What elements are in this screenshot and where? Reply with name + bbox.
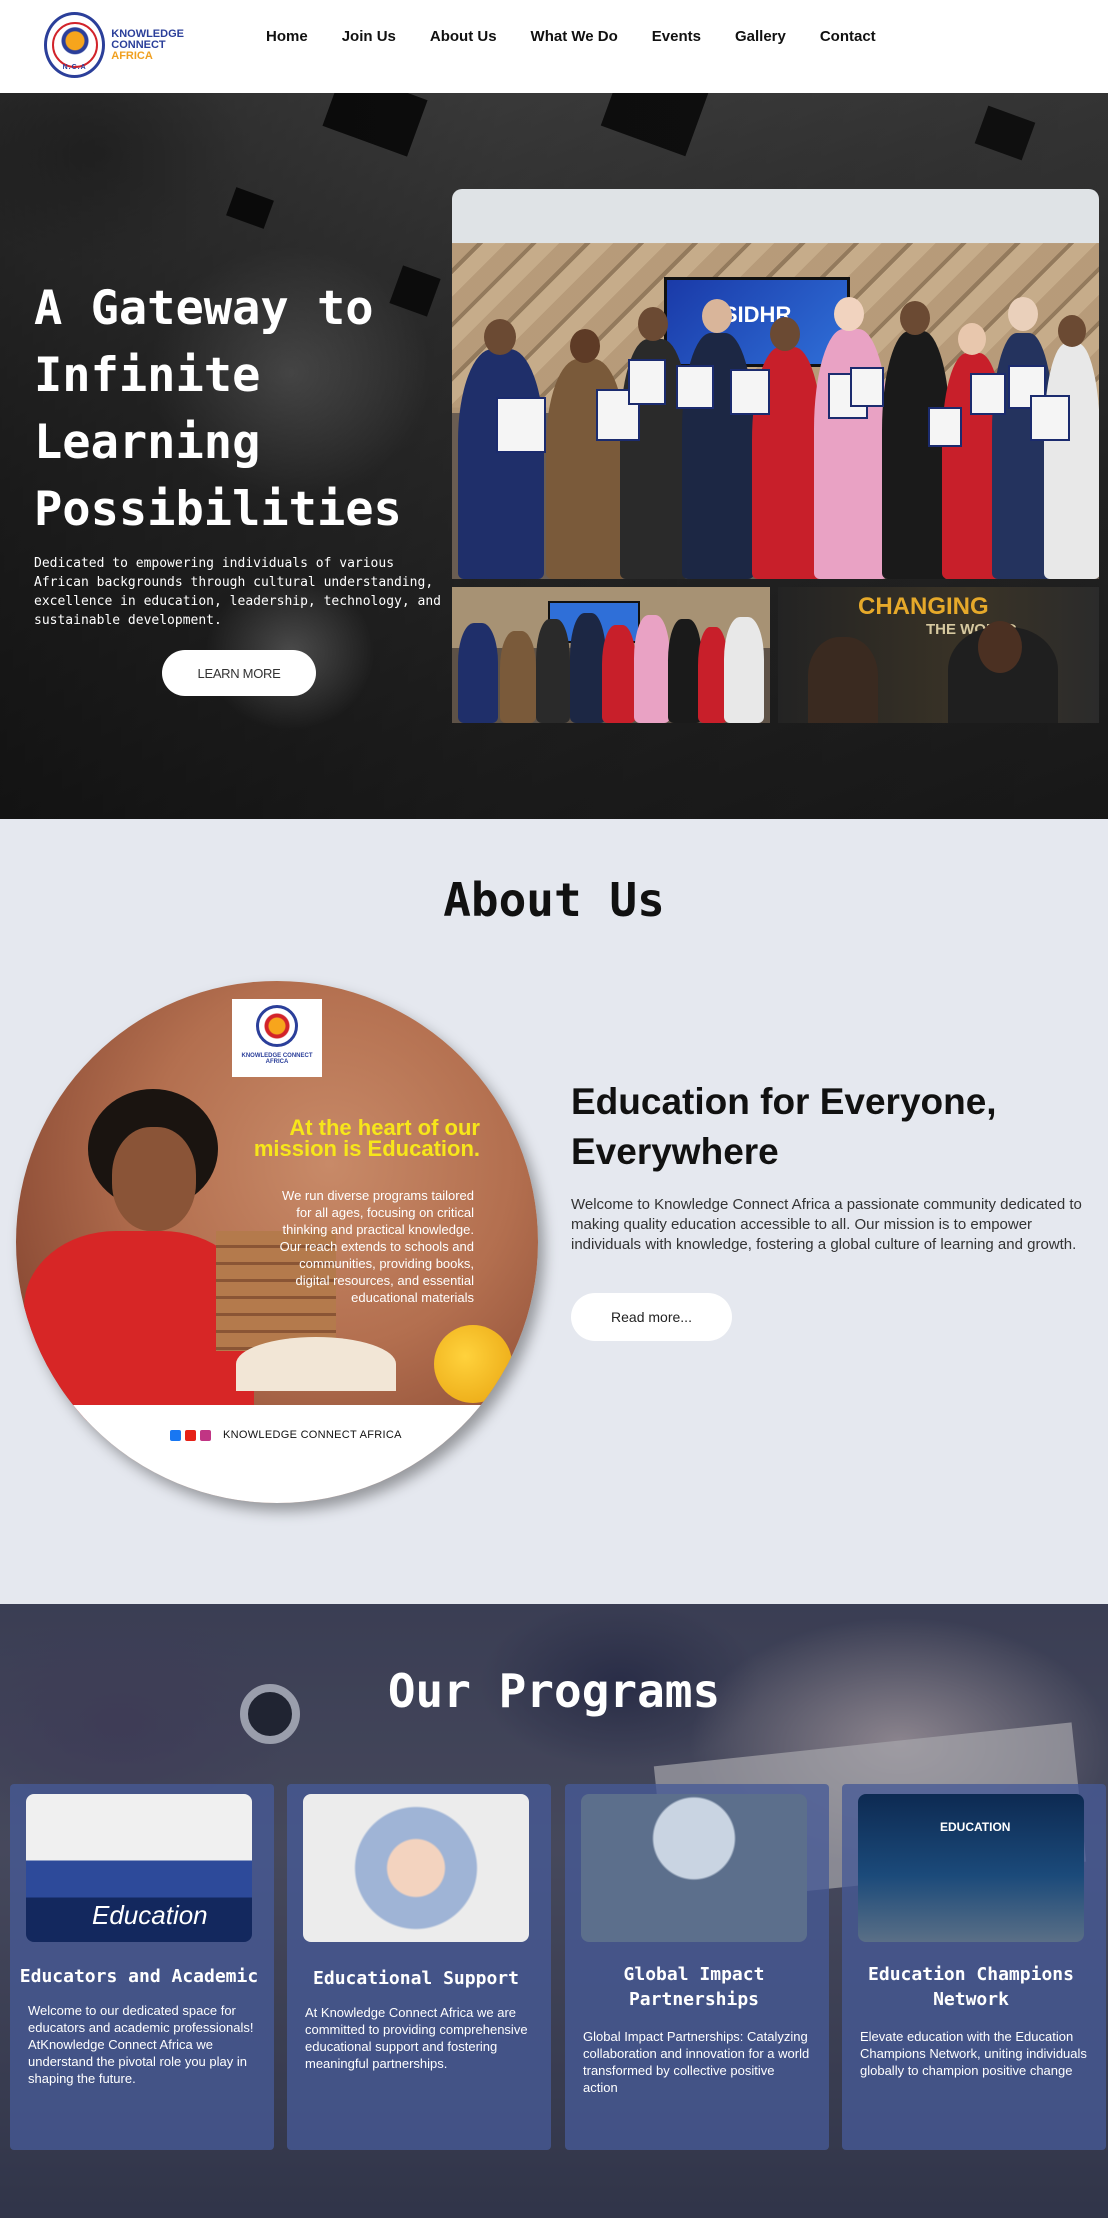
logo-line-3: AFRICA xyxy=(111,49,153,62)
certificate xyxy=(730,369,770,415)
logo-line-1: KNOWLEDGE xyxy=(111,27,184,40)
program-title: Educational Support xyxy=(313,1968,519,1989)
program-description: Elevate education with the Education Cha… xyxy=(860,2029,1087,2078)
program-image-champions: EDUCATION xyxy=(858,1794,1084,1942)
certificate xyxy=(928,407,962,447)
certificate xyxy=(970,373,1006,415)
site-logo[interactable]: N.C.A KNOWLEDGE CONNECT AFRICA xyxy=(44,10,184,80)
about-heading: Education for Everyone, Everywhere xyxy=(571,1081,997,1172)
top-navigation: N.C.A KNOWLEDGE CONNECT AFRICA Home Join… xyxy=(0,0,1108,93)
about-paragraph: Welcome to Knowledge Connect Africa a pa… xyxy=(571,1196,1082,1253)
logo-wordmark: KNOWLEDGE CONNECT AFRICA xyxy=(111,27,184,62)
program-description: At Knowledge Connect Africa we are commi… xyxy=(305,2005,528,2071)
nav-home[interactable]: Home xyxy=(266,26,308,48)
hero-photo-group xyxy=(452,587,770,723)
program-image-educators: Education xyxy=(26,1794,252,1942)
education-image-text: EDUCATION xyxy=(940,1820,1011,1834)
main-menu: Home Join Us About Us What We Do Events … xyxy=(266,26,910,48)
program-title: Education Champions Network xyxy=(868,1964,1074,2010)
program-image-support xyxy=(303,1794,529,1942)
hero-section: A Gateway to Infinite Learning Possibili… xyxy=(0,93,1108,819)
logo-seal-text: N.C.A xyxy=(62,64,87,71)
instagram-icon xyxy=(200,1429,211,1441)
certificate xyxy=(676,365,714,409)
about-title: About Us xyxy=(443,873,665,927)
nav-what-we-do[interactable]: What We Do xyxy=(531,26,618,48)
hero-description: Dedicated to empowering individuals of v… xyxy=(34,556,441,628)
nav-about-us[interactable]: About Us xyxy=(430,26,497,48)
nav-gallery[interactable]: Gallery xyxy=(735,26,786,48)
changing-text: CHANGING xyxy=(858,593,989,620)
poster-body: We run diverse programs tailored for all… xyxy=(279,1188,474,1305)
learn-more-button[interactable]: LEARN MORE xyxy=(162,650,316,696)
program-title: Educators and Academic xyxy=(19,1966,259,1987)
program-title: Global Impact Partnerships xyxy=(623,1964,765,2010)
about-section: About Us KNOWLEDGE CONNECT AFRICA At the… xyxy=(0,819,1108,1604)
nav-events[interactable]: Events xyxy=(652,26,701,48)
nav-contact[interactable]: Contact xyxy=(820,26,876,48)
facebook-icon xyxy=(170,1429,181,1441)
program-card-educators[interactable]: Education Educators and Academic Welcome… xyxy=(10,1784,274,2150)
mission-poster-image: KNOWLEDGE CONNECT AFRICA At the heart of… xyxy=(16,981,538,1503)
hero-photo-main: USIDHR xyxy=(452,189,1099,579)
poster-social-row: KNOWLEDGE CONNECT AFRICA xyxy=(170,1429,402,1441)
nav-join-us[interactable]: Join Us xyxy=(342,26,396,48)
certificate xyxy=(496,397,546,453)
read-more-button[interactable]: Read more... xyxy=(571,1293,732,1341)
program-image-global xyxy=(581,1794,807,1942)
logo-line-2: CONNECT xyxy=(111,38,166,51)
certificate xyxy=(628,359,666,405)
program-description: Welcome to our dedicated space for educa… xyxy=(28,2003,254,2086)
program-description: Global Impact Partnerships: Catalyzing c… xyxy=(583,2029,810,2095)
certificate xyxy=(850,367,884,407)
education-image-text: Education xyxy=(92,1900,208,1930)
poster-headline: At the heart of our mission is Education… xyxy=(253,1115,480,1161)
program-card-global-impact[interactable]: Global Impact Partnerships Global Impact… xyxy=(565,1784,829,2150)
hero-title: A Gateway to Infinite Learning Possibili… xyxy=(34,281,402,537)
program-card-champions[interactable]: EDUCATION Education Champions Network El… xyxy=(842,1784,1106,2150)
poster-logo-text: KNOWLEDGE CONNECT AFRICA xyxy=(241,1053,313,1065)
poster-footer-text: KNOWLEDGE CONNECT AFRICA xyxy=(223,1429,402,1441)
logo-seal-icon: N.C.A xyxy=(44,12,106,78)
program-card-educational-support[interactable]: Educational Support At Knowledge Connect… xyxy=(287,1784,551,2150)
youtube-icon xyxy=(185,1429,196,1441)
poster-logo: KNOWLEDGE CONNECT AFRICA xyxy=(232,999,322,1077)
programs-title: Our Programs xyxy=(387,1664,721,1718)
programs-section: Our Programs Education Educators and Aca… xyxy=(0,1604,1108,2218)
hero-photo-changing-world: CHANGING THE WORLD xyxy=(778,587,1099,723)
certificate xyxy=(1030,395,1070,441)
